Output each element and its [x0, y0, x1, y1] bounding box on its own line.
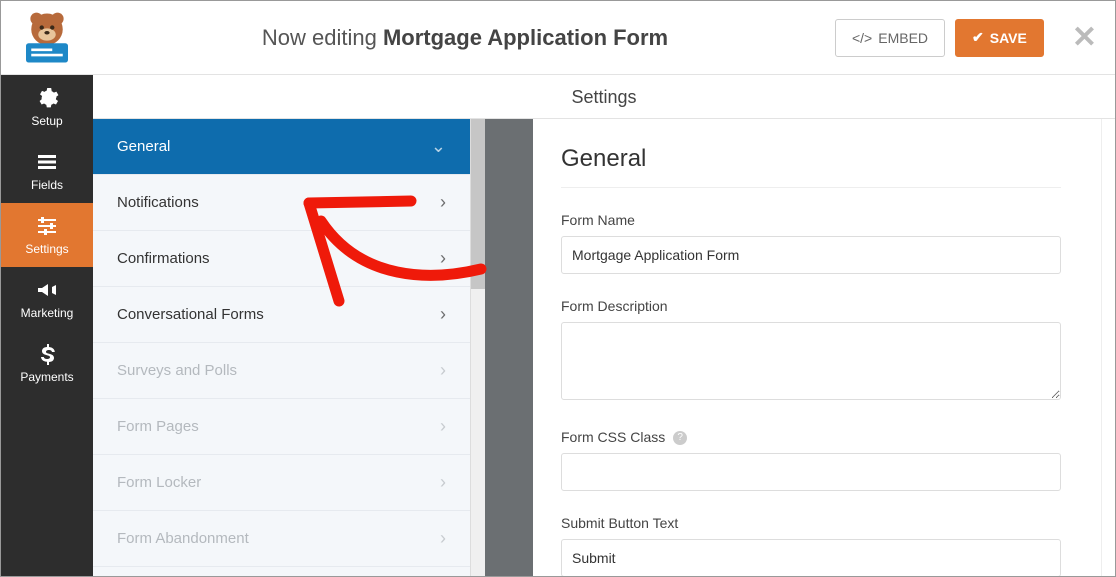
settings-block: Settings General ⌄ Notifications › Confi…	[93, 75, 1115, 576]
panel-heading: General	[561, 145, 1061, 188]
app-logo	[19, 10, 75, 66]
bullhorn-icon	[35, 278, 59, 302]
chevron-right-icon: ›	[440, 472, 446, 493]
top-actions: </> EMBED ✔ SAVE ✕	[835, 19, 1097, 57]
settings-sidebar: General ⌄ Notifications › Confirmations …	[93, 119, 470, 576]
page-title: Now editing Mortgage Application Form	[95, 25, 835, 51]
panel-gap	[485, 119, 533, 576]
window-scrollbar[interactable]	[1101, 119, 1115, 576]
menu-label: Form Locker	[117, 474, 201, 491]
settings-menu-notifications[interactable]: Notifications ›	[93, 175, 470, 231]
form-desc-label: Form Description	[561, 298, 1061, 314]
sidebar-scrollbar[interactable]	[470, 119, 485, 576]
form-name-input[interactable]	[561, 236, 1061, 274]
settings-menu-form-locker[interactable]: Form Locker ›	[93, 455, 470, 511]
submit-text-input[interactable]	[561, 539, 1061, 576]
settings-menu-form-pages[interactable]: Form Pages ›	[93, 399, 470, 455]
chevron-right-icon: ›	[440, 248, 446, 269]
chevron-right-icon: ›	[440, 192, 446, 213]
submit-text-label: Submit Button Text	[561, 515, 1061, 531]
settings-body: General ⌄ Notifications › Confirmations …	[93, 119, 1115, 576]
chevron-right-icon: ›	[440, 528, 446, 549]
rail-fields-label: Fields	[31, 178, 63, 192]
chevron-right-icon: ›	[440, 360, 446, 381]
chevron-down-icon: ⌄	[431, 136, 446, 157]
rail-marketing[interactable]: Marketing	[1, 267, 93, 331]
form-title: Mortgage Application Form	[383, 25, 668, 50]
gear-icon	[35, 86, 59, 110]
settings-menu-surveys[interactable]: Surveys and Polls ›	[93, 343, 470, 399]
chevron-right-icon: ›	[440, 416, 446, 437]
menu-label: Form Pages	[117, 418, 199, 435]
chevron-right-icon: ›	[440, 304, 446, 325]
field-form-desc: Form Description	[561, 298, 1061, 405]
rail-settings-label: Settings	[25, 242, 68, 256]
rail-payments-label: Payments	[20, 370, 73, 384]
settings-menu-conversational[interactable]: Conversational Forms ›	[93, 287, 470, 343]
form-css-label: Form CSS Class ?	[561, 429, 1061, 445]
form-css-label-text: Form CSS Class	[561, 429, 665, 445]
list-icon	[35, 150, 59, 174]
dollar-icon	[35, 342, 59, 366]
settings-menu-general[interactable]: General ⌄	[93, 119, 470, 175]
menu-label: Form Abandonment	[117, 530, 249, 547]
main: Setup Fields Settings Marketing Payments…	[1, 75, 1115, 576]
settings-menu-confirmations[interactable]: Confirmations ›	[93, 231, 470, 287]
now-editing-label: Now editing	[262, 25, 377, 50]
top-bar: Now editing Mortgage Application Form </…	[1, 1, 1115, 75]
settings-sidebar-wrap: General ⌄ Notifications › Confirmations …	[93, 119, 485, 576]
rail-setup-label: Setup	[31, 114, 62, 128]
menu-label: Conversational Forms	[117, 306, 264, 323]
form-desc-input[interactable]	[561, 322, 1061, 400]
settings-menu-form-abandonment[interactable]: Form Abandonment ›	[93, 511, 470, 567]
form-name-label: Form Name	[561, 212, 1061, 228]
close-button[interactable]: ✕	[1072, 20, 1097, 55]
save-label: SAVE	[990, 30, 1027, 46]
settings-panel: General Form Name Form Description Form …	[533, 119, 1101, 576]
menu-label: General	[117, 138, 170, 155]
check-icon: ✔	[972, 29, 984, 46]
sliders-icon	[35, 214, 59, 238]
code-icon: </>	[852, 30, 872, 46]
menu-label: Notifications	[117, 194, 199, 211]
rail-payments[interactable]: Payments	[1, 331, 93, 395]
rail-fields[interactable]: Fields	[1, 139, 93, 203]
embed-button[interactable]: </> EMBED	[835, 19, 945, 57]
help-icon[interactable]: ?	[673, 431, 687, 445]
menu-label: Confirmations	[117, 250, 210, 267]
embed-label: EMBED	[878, 30, 928, 46]
menu-label: Surveys and Polls	[117, 362, 237, 379]
nav-rail: Setup Fields Settings Marketing Payments	[1, 75, 93, 576]
scrollbar-thumb[interactable]	[471, 119, 485, 289]
rail-settings[interactable]: Settings	[1, 203, 93, 267]
field-form-name: Form Name	[561, 212, 1061, 274]
rail-marketing-label: Marketing	[21, 306, 74, 320]
field-form-css: Form CSS Class ?	[561, 429, 1061, 491]
save-button[interactable]: ✔ SAVE	[955, 19, 1044, 57]
field-submit-text: Submit Button Text	[561, 515, 1061, 576]
rail-setup[interactable]: Setup	[1, 75, 93, 139]
form-css-input[interactable]	[561, 453, 1061, 491]
settings-header: Settings	[93, 75, 1115, 119]
